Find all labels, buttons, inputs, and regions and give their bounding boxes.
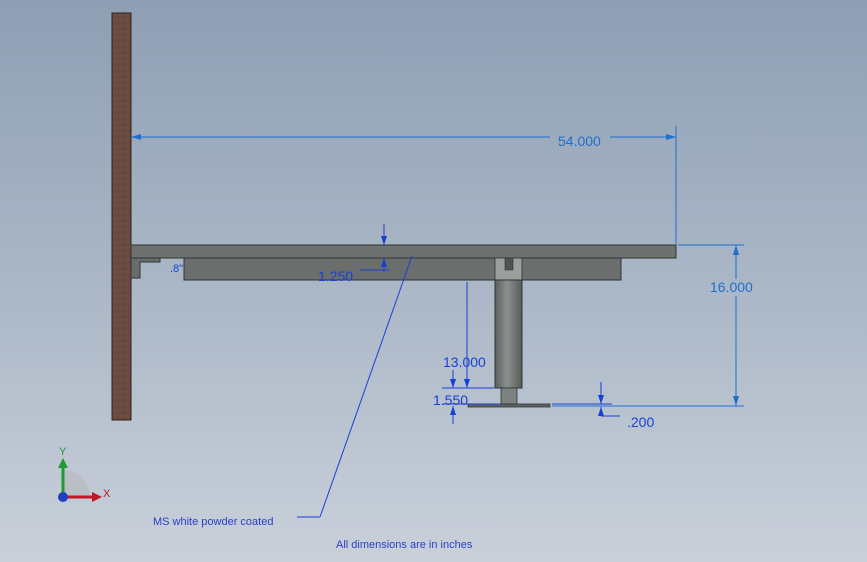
units-note: All dimensions are in inches <box>336 539 473 551</box>
material-note: MS white powder coated <box>153 516 273 528</box>
material-leader <box>297 255 413 518</box>
triad-plane-icon <box>63 470 90 497</box>
coordinate-triad <box>58 458 102 502</box>
support-column <box>494 279 523 389</box>
dimension-label-overall-length: 54.000 <box>558 133 601 149</box>
wall-bracket <box>130 257 161 279</box>
dimension-column-height <box>442 282 494 389</box>
dimension-label-plate-thickness: 1.250 <box>318 268 353 284</box>
dimension-label-bracket: .8" <box>170 263 183 275</box>
dimension-base-plate <box>552 382 620 417</box>
dimension-label-column-height: 13.000 <box>443 354 486 370</box>
wall <box>111 12 132 421</box>
dimension-label-base-plate: .200 <box>627 414 654 430</box>
dimension-label-foot-height: 1.550 <box>433 392 468 408</box>
triad-y-label: Y <box>59 446 67 458</box>
dimension-label-overall-height: 16.000 <box>710 279 753 295</box>
table-top-plate <box>130 244 677 259</box>
triad-x-label: X <box>103 488 111 500</box>
support-channel <box>183 257 622 281</box>
z-axis-icon <box>58 492 68 502</box>
drawing-canvas: 54.000 16.000 1.250 .8" 13.000 1.550 .20… <box>58 12 753 551</box>
